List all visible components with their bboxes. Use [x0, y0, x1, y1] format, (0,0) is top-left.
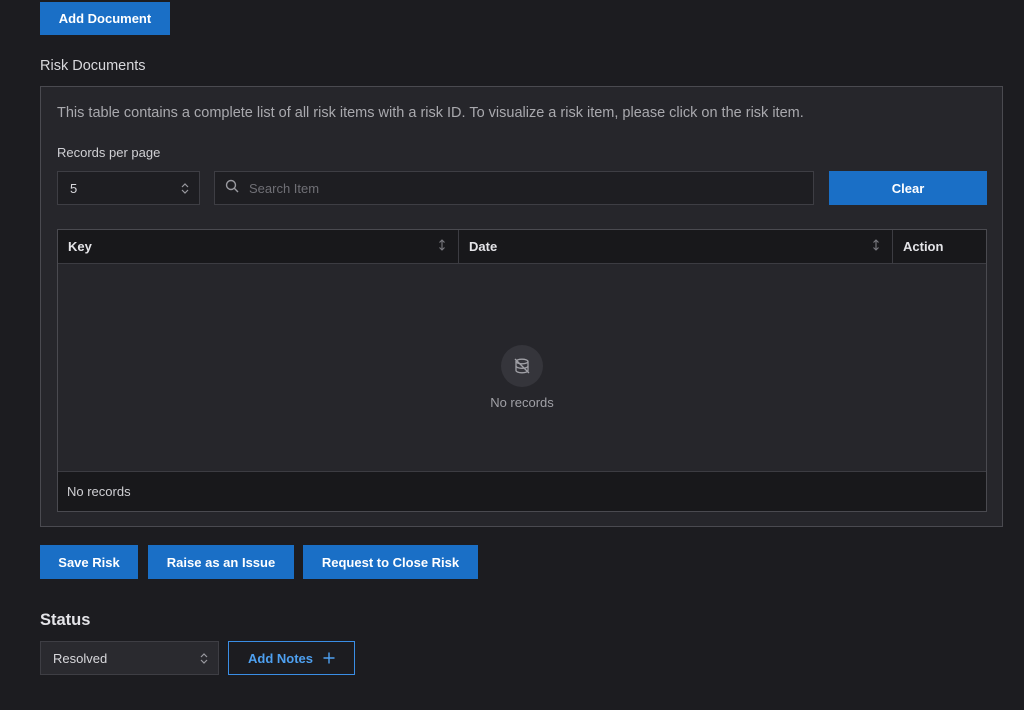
status-value: Resolved — [53, 650, 108, 666]
column-header-key[interactable]: Key — [58, 230, 459, 263]
risk-documents-table: Key Date Action No records No records — [57, 229, 987, 512]
search-input[interactable]: Search Item — [214, 171, 814, 205]
column-label-date: Date — [469, 239, 498, 254]
add-notes-button[interactable]: Add Notes — [228, 641, 355, 675]
page: Add Document Risk Documents This table c… — [0, 0, 1024, 710]
status-heading: Status — [40, 611, 91, 629]
empty-state-text: No records — [490, 395, 554, 410]
add-notes-label: Add Notes — [248, 650, 313, 666]
risk-documents-panel: This table contains a complete list of a… — [40, 86, 1003, 527]
records-per-page-label: Records per page — [57, 145, 161, 160]
sort-icon[interactable] — [438, 239, 446, 254]
table-footer-text: No records — [67, 484, 131, 499]
records-per-page-select[interactable]: 5 — [57, 171, 200, 205]
request-close-risk-button[interactable]: Request to Close Risk — [303, 545, 478, 579]
save-risk-button[interactable]: Save Risk — [40, 545, 138, 579]
sort-icon[interactable] — [872, 239, 880, 254]
raise-issue-button[interactable]: Raise as an Issue — [148, 545, 294, 579]
column-label-action: Action — [903, 239, 944, 254]
chevron-updown-icon — [200, 652, 208, 664]
cut-off-heading-glyph: ‗ — [40, 704, 70, 710]
column-header-date[interactable]: Date — [459, 230, 893, 263]
search-placeholder: Search Item — [249, 180, 320, 196]
plus-icon — [323, 649, 335, 667]
table-description: This table contains a complete list of a… — [57, 105, 804, 121]
empty-state: No records — [58, 345, 986, 410]
clear-button[interactable]: Clear — [829, 171, 987, 205]
status-select[interactable]: Resolved — [40, 641, 219, 675]
table-header: Key Date Action — [58, 230, 986, 264]
search-icon — [225, 179, 239, 198]
column-header-action: Action — [893, 230, 986, 263]
table-footer: No records — [58, 471, 986, 511]
column-label-key: Key — [68, 239, 92, 254]
chevron-updown-icon — [181, 182, 189, 194]
no-data-icon — [501, 345, 543, 387]
add-document-button[interactable]: Add Document — [40, 2, 170, 35]
risk-documents-heading: Risk Documents — [40, 58, 146, 74]
records-per-page-value: 5 — [70, 180, 78, 196]
cut-off-heading: ‗ — [40, 704, 70, 710]
